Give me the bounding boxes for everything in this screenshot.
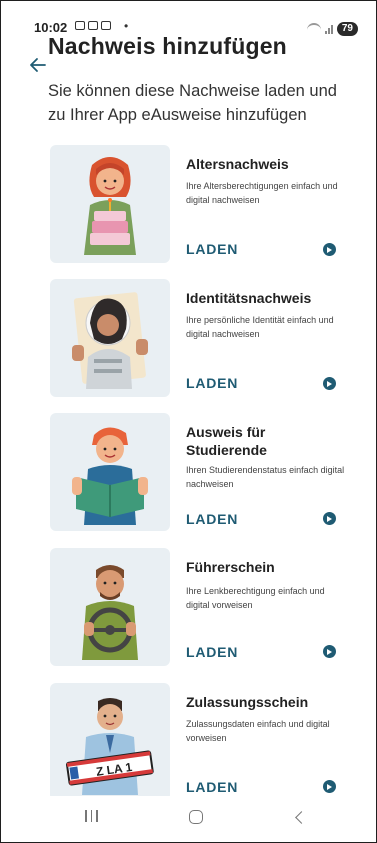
steering-wheel-illustration-icon	[50, 548, 170, 666]
signal-icon	[324, 24, 333, 34]
page-subtitle: Sie können diese Nachweise laden und zu …	[48, 82, 337, 124]
chevron-right-icon[interactable]	[323, 780, 336, 793]
card-title: Identitätsnachweis	[186, 290, 312, 306]
card-description: Ihre Lenkberechtigung einfach und digita…	[186, 586, 325, 610]
status-bar: 10:02 • 79	[1, 1, 376, 36]
card-identitaetsnachweis: Identitätsnachweis Ihre persönliche Iden…	[50, 279, 350, 399]
laden-button[interactable]: LADEN	[186, 644, 238, 660]
chevron-right-icon[interactable]	[323, 512, 336, 525]
screenshot-notification-icon	[75, 21, 85, 30]
card-description: Ihre Altersberechtigungen einfach und di…	[186, 181, 338, 205]
student-book-illustration-icon	[50, 413, 170, 531]
laden-button[interactable]: LADEN	[186, 375, 238, 391]
card-description: Zulassungsdaten einfach und digital vorw…	[186, 719, 330, 743]
recent-apps-icon[interactable]	[85, 810, 98, 822]
card-title: Zulassungsschein	[186, 694, 309, 710]
system-back-icon[interactable]	[295, 811, 308, 824]
system-navigation-bar	[1, 796, 376, 842]
page-title: Nachweis hinzufügen	[48, 33, 287, 59]
chevron-right-icon[interactable]	[323, 645, 336, 658]
wifi-icon	[306, 23, 321, 35]
notification-icons	[75, 21, 111, 30]
home-icon[interactable]	[189, 810, 203, 824]
back-arrow-icon[interactable]	[28, 55, 48, 75]
card-altersnachweis: Altersnachweis Ihre Altersberechtigungen…	[50, 145, 350, 265]
card-description: Ihre persönliche Identität einfach und d…	[186, 315, 334, 339]
battery-badge: 79	[336, 22, 358, 36]
card-zulassungsschein: Z LA 1 Zulassungsschein Zulassungsdaten …	[50, 683, 350, 803]
image-notification-icon	[88, 21, 98, 30]
card-description: Ihren Studierendenstatus einfach digital…	[186, 465, 345, 489]
birthday-cake-illustration-icon	[50, 145, 170, 263]
chevron-right-icon[interactable]	[323, 243, 336, 256]
laden-button[interactable]: LADEN	[186, 779, 238, 795]
license-plate-illustration-icon: Z LA 1	[50, 683, 170, 801]
card-ausweis-studierende: Ausweis für Studierende Ihren Studierend…	[50, 413, 350, 533]
more-notifications-icon: •	[124, 19, 129, 33]
id-photo-illustration-icon	[50, 279, 170, 397]
gallery-notification-icon	[101, 21, 111, 30]
laden-button[interactable]: LADEN	[186, 511, 238, 527]
chevron-right-icon[interactable]	[323, 377, 336, 390]
card-title: Ausweis für Studierende	[186, 424, 267, 458]
laden-button[interactable]: LADEN	[186, 241, 238, 257]
system-indicators: 79	[306, 22, 358, 36]
card-fuehrerschein: Führerschein Ihre Lenkberechtigung einfa…	[50, 548, 350, 668]
phone-frame: 10:02 • 79 Nachweis hinzufügen Sie könne…	[0, 0, 377, 843]
card-title: Führerschein	[186, 559, 275, 575]
card-title: Altersnachweis	[186, 156, 289, 172]
